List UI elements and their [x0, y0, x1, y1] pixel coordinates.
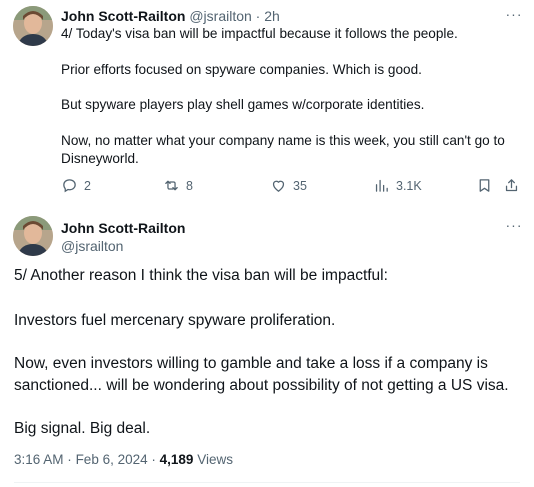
avatar[interactable] — [13, 6, 53, 46]
share-button[interactable] — [503, 177, 520, 194]
avatar-image — [13, 6, 53, 46]
share-icon — [505, 179, 518, 192]
views-count: 3.1K — [396, 178, 422, 193]
tweet-text-line: Disneyworld. — [61, 151, 139, 166]
tweet-text-line: 4/ Today's visa ban will be impactful be… — [61, 26, 458, 41]
tweet-text-line: Big signal. Big deal. — [14, 420, 151, 437]
tweet-text-line: 5/ Another reason I think the visa ban w… — [14, 267, 388, 284]
more-icon[interactable]: ··· — [505, 218, 523, 237]
separator-dot: · — [151, 452, 156, 467]
tweet-time[interactable]: 2h — [264, 8, 280, 24]
tweet-actions: 2 8 35 3.1K — [61, 177, 521, 197]
views-icon — [375, 179, 388, 192]
tweet-text-line: sanctioned... will be wondering about po… — [14, 377, 509, 394]
views-button[interactable]: 3.1K — [373, 177, 422, 194]
views-label: Views — [197, 452, 233, 467]
avatar-image — [13, 216, 53, 256]
like-button[interactable]: 35 — [270, 177, 307, 194]
tweet-text-line: Investors fuel mercenary spyware prolife… — [14, 312, 336, 329]
tweet-text-line: Prior efforts focused on spyware compani… — [61, 62, 422, 77]
repost-button[interactable]: 8 — [163, 177, 193, 194]
tweet-time[interactable]: 3:16 AM — [14, 452, 64, 467]
tweet-header: John Scott-Railton @jsrailton · 2h — [61, 8, 280, 24]
tweet-text-line: Now, no matter what your company name is… — [61, 133, 505, 148]
author-name[interactable]: John Scott-Railton — [61, 220, 185, 236]
like-icon — [272, 180, 285, 192]
tweet-text-line: Now, even investors willing to gamble an… — [14, 355, 488, 372]
repost-count: 8 — [186, 178, 193, 193]
repost-icon — [165, 180, 178, 191]
bookmark-button[interactable] — [476, 177, 493, 194]
author-name[interactable]: John Scott-Railton — [61, 8, 185, 24]
author-handle[interactable]: @jsrailton — [61, 238, 123, 254]
bookmark-icon — [479, 179, 490, 192]
tweet-text-line: But spyware players play shell games w/c… — [61, 97, 425, 112]
reply-icon — [63, 179, 76, 193]
tweet-meta: 3:16 AM · Feb 6, 2024 · 4,189 Views — [14, 452, 233, 467]
author-handle[interactable]: @jsrailton — [189, 8, 251, 24]
views-number: 4,189 — [159, 452, 194, 467]
reply-count: 2 — [84, 178, 91, 193]
like-count: 35 — [293, 178, 307, 193]
separator-dot: · — [255, 8, 261, 24]
tweet-2[interactable]: John Scott-Railton @jsrailton ··· — [0, 200, 534, 487]
reply-button[interactable]: 2 — [61, 177, 91, 194]
tweet-date[interactable]: Feb 6, 2024 — [76, 452, 148, 467]
avatar[interactable] — [13, 216, 53, 256]
more-icon[interactable]: ··· — [505, 7, 523, 26]
separator-dot: · — [67, 452, 72, 467]
divider — [14, 482, 520, 483]
